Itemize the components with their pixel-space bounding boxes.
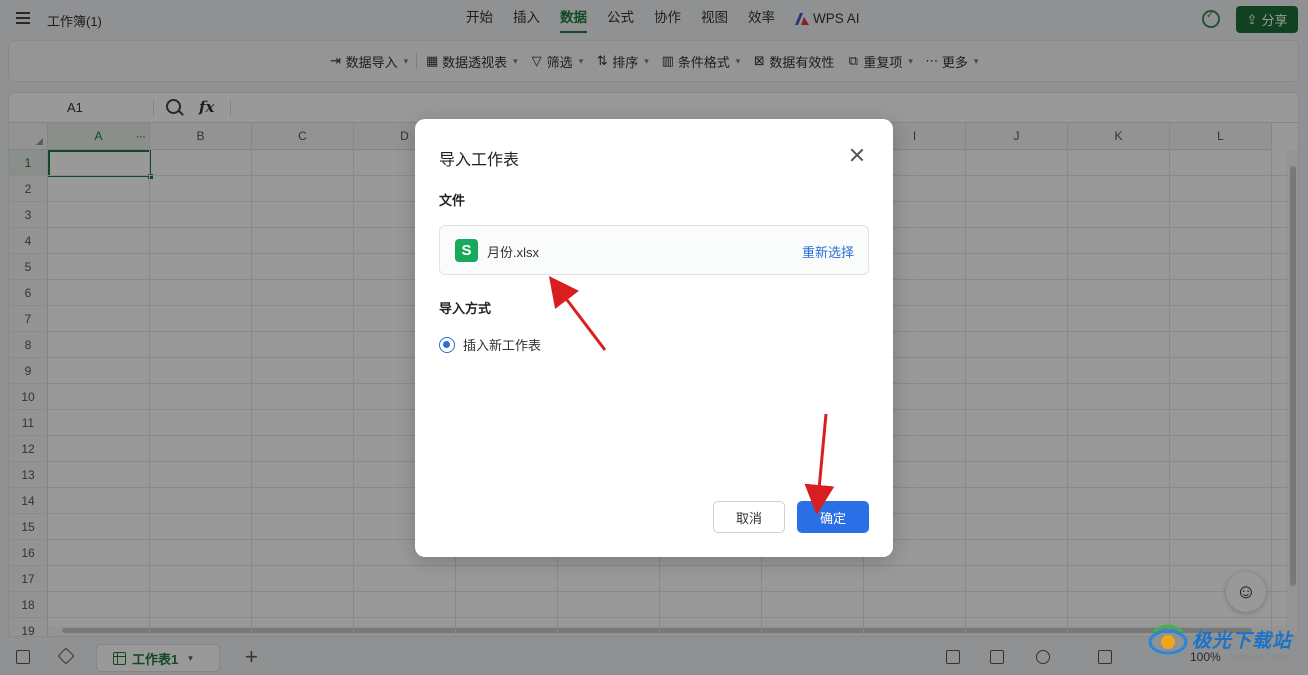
import-mode-label: 导入方式 (439, 301, 492, 316)
close-icon[interactable] (847, 145, 867, 165)
radio-selected-icon[interactable] (439, 336, 455, 353)
selected-file-box: S 月份.xlsx 重新选择 (439, 225, 869, 275)
file-section-label: 文件 (439, 193, 466, 208)
watermark-logo-icon (1148, 624, 1188, 655)
radio-option-label: 插入新工作表 (463, 338, 542, 353)
cancel-button[interactable]: 取消 (713, 501, 785, 533)
dialog-title: 导入工作表 (439, 152, 520, 169)
reselect-file-link[interactable]: 重新选择 (802, 242, 854, 261)
watermark-url: www.xz7.com (1230, 652, 1292, 663)
watermark-text: 极光下载站 (1192, 630, 1293, 652)
site-watermark: 极光下载站 (1148, 622, 1292, 656)
file-name: 月份.xlsx (487, 245, 540, 260)
radio-insert-new-sheet[interactable]: 插入新工作表 (439, 335, 541, 354)
confirm-button[interactable]: 确定 (797, 501, 869, 533)
import-sheet-dialog: 导入工作表 文件 S 月份.xlsx 重新选择 导入方式 插入新工作表 取消 确… (415, 119, 893, 557)
spreadsheet-file-icon: S (455, 239, 478, 262)
